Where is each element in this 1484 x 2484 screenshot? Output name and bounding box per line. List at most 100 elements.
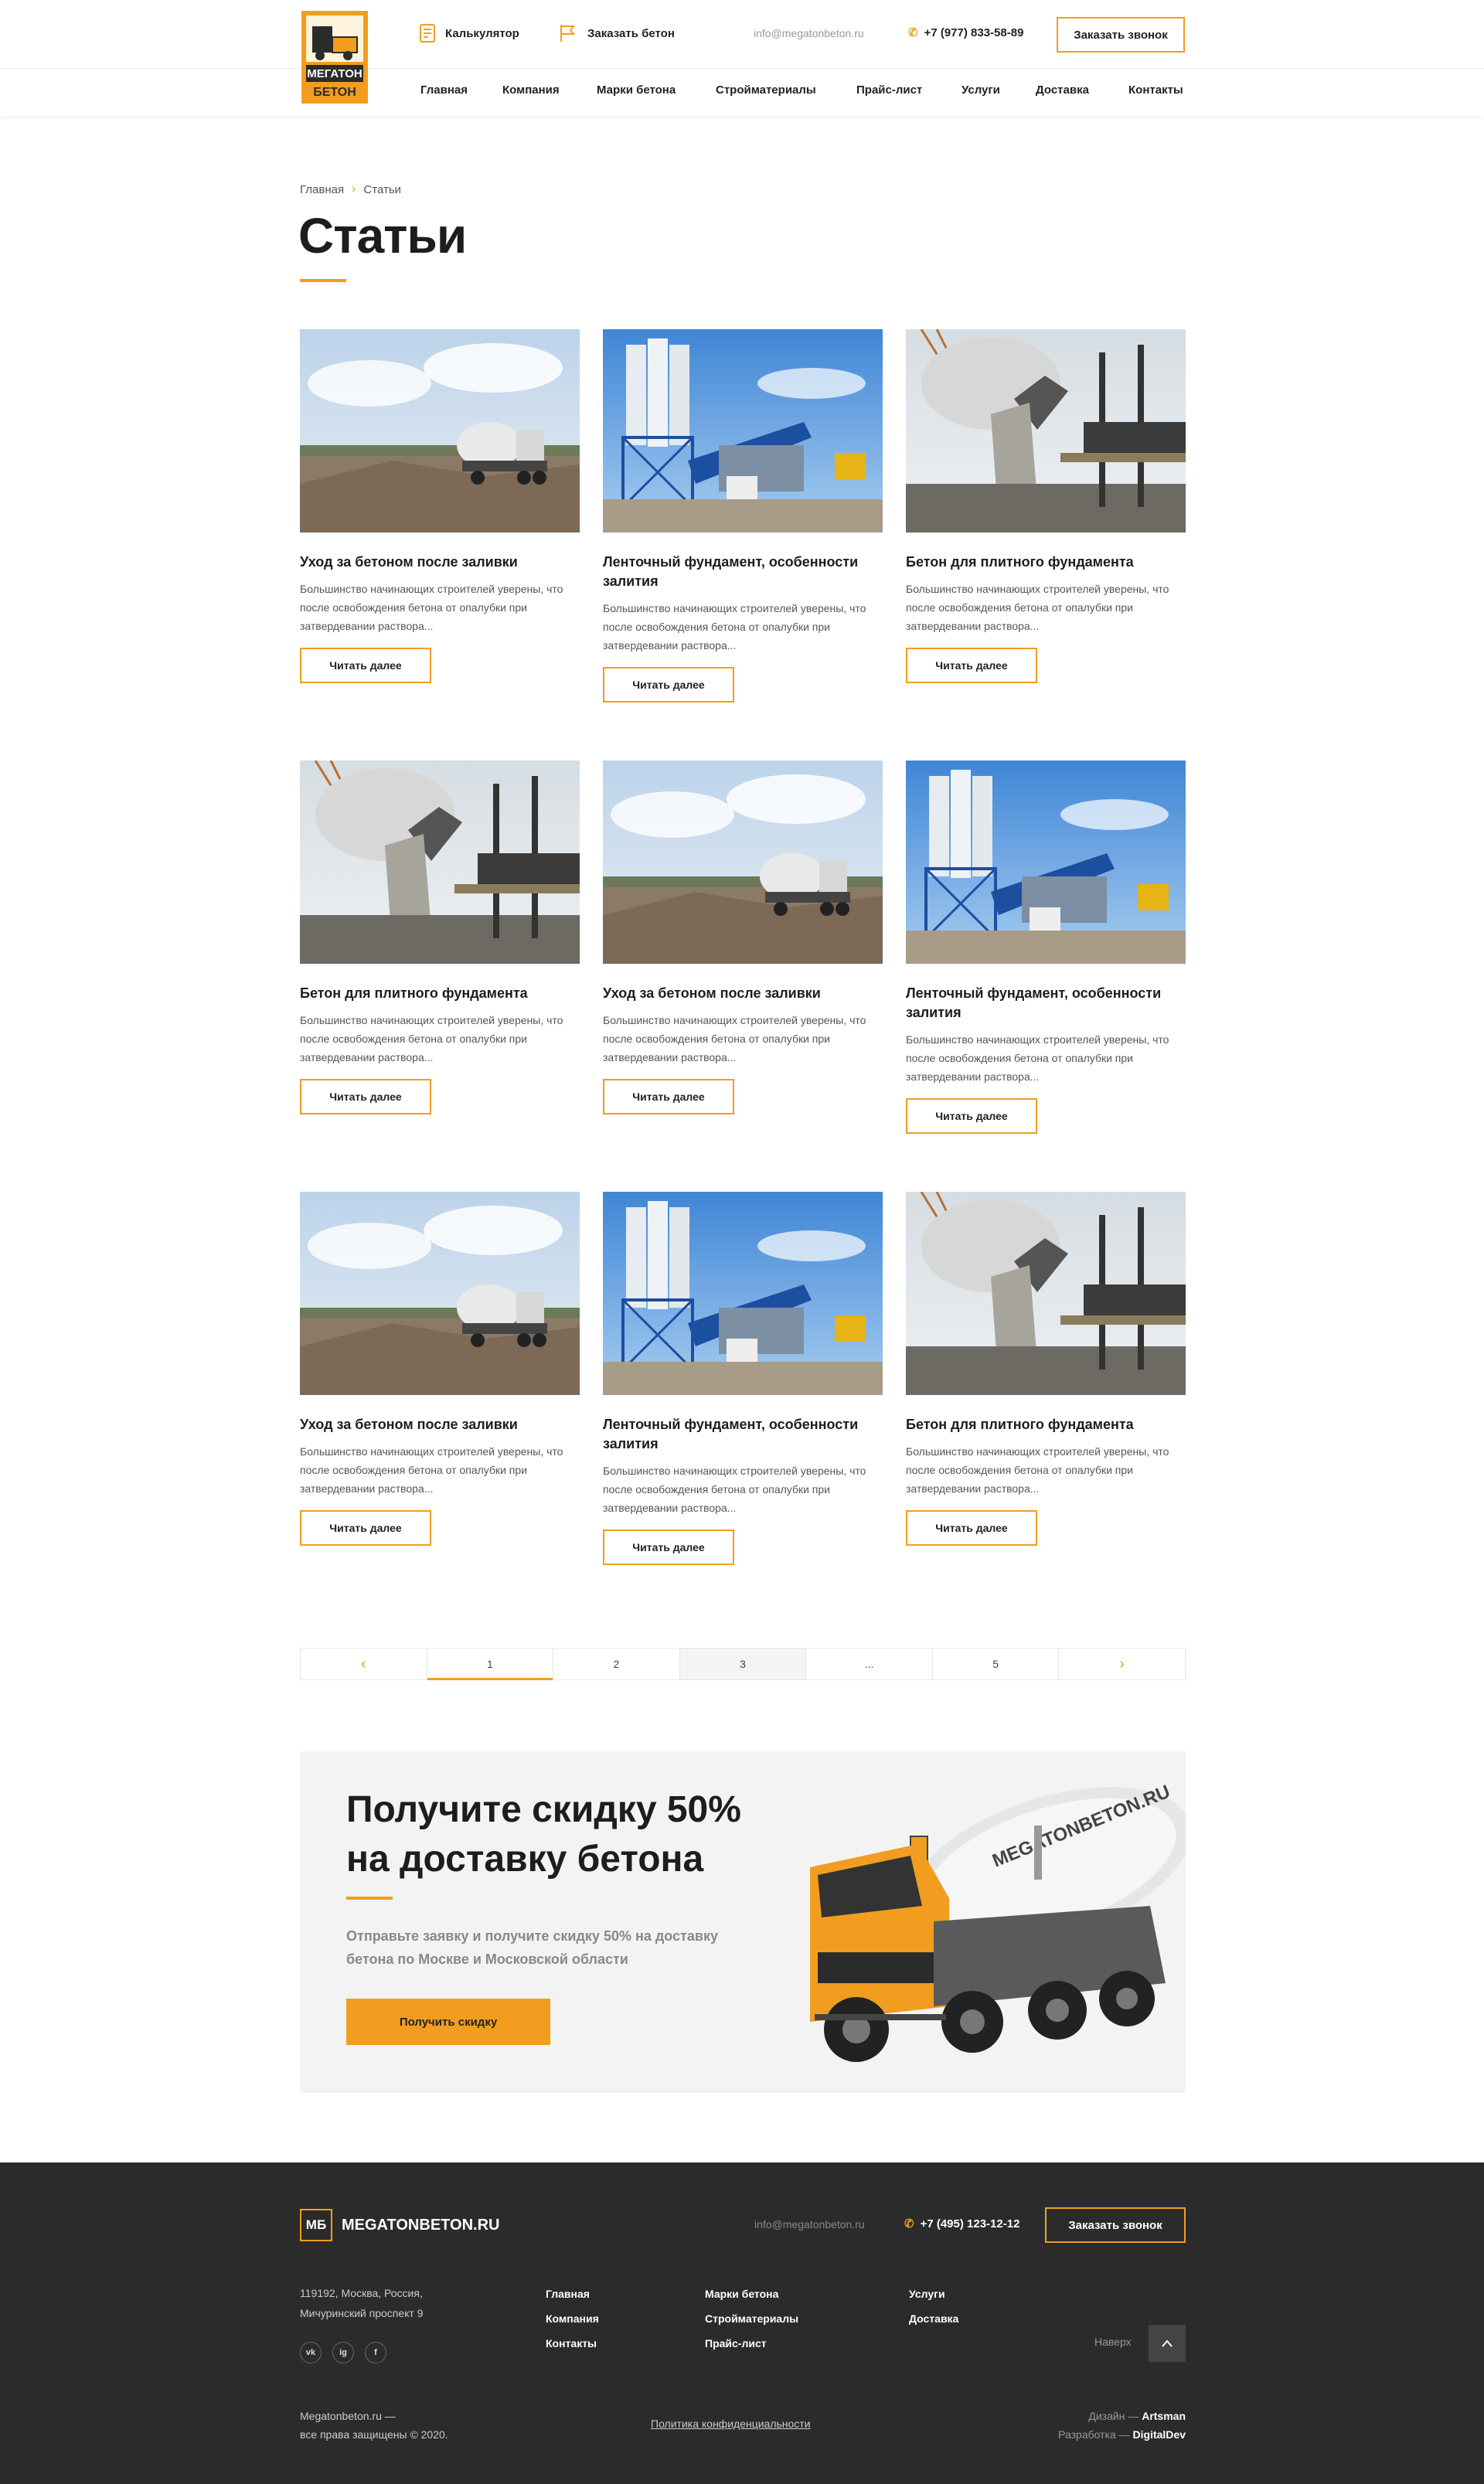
pagination-page-2[interactable]: 2 [553,1649,680,1679]
nav-item-services[interactable]: Услуги [962,83,1000,97]
article-title[interactable]: Уход за бетоном после заливки [300,553,580,572]
nav-item-contacts[interactable]: Контакты [1128,83,1183,97]
promo-title: Получите скидку 50% на доставку бетона [346,1789,741,1880]
article-image[interactable] [906,761,1186,964]
credits: Дизайн — Artsman Разработка — DigitalDev [997,2407,1186,2444]
article-image[interactable] [603,1192,883,1395]
chevron-up-icon [1162,2339,1173,2347]
article-title[interactable]: Ленточный фундамент, особенности залития [906,984,1186,1023]
footer-link-materials[interactable]: Стройматериалы [705,2306,798,2331]
read-more-button[interactable]: Читать далее [906,1510,1037,1546]
pagination-next[interactable]: › [1059,1649,1185,1679]
footer-phone[interactable]: ✆ +7 (495) 123-12-12 [904,2217,1019,2231]
instagram-icon[interactable]: ig [332,2342,354,2363]
design-link[interactable]: Artsman [1142,2410,1186,2422]
footer-link-services[interactable]: Услуги [909,2282,958,2306]
article-excerpt: Большинство начинающих строителей уверен… [906,1033,1169,1083]
article-excerpt: Большинство начинающих строителей уверен… [906,583,1169,632]
promo-underline [346,1897,393,1900]
article-excerpt: Большинство начинающих строителей уверен… [603,1014,866,1063]
dev-label: Разработка — [1058,2428,1130,2441]
article-image[interactable] [603,761,883,964]
header-email[interactable]: info@megatonbeton.ru [754,27,864,39]
pagination-ellipsis: ... [806,1649,933,1679]
header-phone[interactable]: ✆ +7 (977) 833-58-89 [908,26,1023,40]
scroll-top-button[interactable] [1149,2325,1186,2362]
copyright: Megatonbeton.ru — все права защищены © 2… [300,2407,448,2444]
article-title[interactable]: Бетон для плитного фундамента [300,984,580,1003]
footer-call-button[interactable]: Заказать звонок [1045,2207,1186,2243]
article-image[interactable] [300,1192,580,1395]
dev-link[interactable]: DigitalDev [1133,2428,1186,2441]
article-title[interactable]: Бетон для плитного фундамента [906,1415,1186,1434]
article-title[interactable]: Уход за бетоном после заливки [603,984,883,1003]
footer-link-prices[interactable]: Прайс-лист [705,2331,798,2356]
call-request-button[interactable]: Заказать звонок [1057,17,1185,53]
read-more-button[interactable]: Читать далее [906,648,1037,683]
footer-address: 119192, Москва, Россия, Мичуринский прос… [300,2283,424,2323]
facebook-icon[interactable]: f [365,2342,386,2363]
read-more-button[interactable]: Читать далее [300,648,431,683]
address-line: Мичуринский проспект 9 [300,2307,424,2319]
article-excerpt: Большинство начинающих строителей уверен… [300,1014,563,1063]
article-title[interactable]: Уход за бетоном после заливки [300,1415,580,1434]
footer-logo[interactable]: МБ MEGATONBETON.RU [300,2209,499,2241]
pagination-page-1[interactable]: 1 [427,1649,554,1680]
pagination-page-5[interactable]: 5 [933,1649,1060,1679]
read-more-button[interactable]: Читать далее [906,1098,1037,1134]
article-title[interactable]: Бетон для плитного фундамента [906,553,1186,572]
article-image[interactable] [603,329,883,533]
footer-link-contacts[interactable]: Контакты [546,2331,599,2356]
nav-item-delivery[interactable]: Доставка [1036,83,1089,97]
breadcrumb-current: Статьи [363,182,402,196]
pagination-page-3[interactable]: 3 [679,1649,807,1679]
calculator-icon [420,24,435,43]
phone-icon: ✆ [908,26,918,39]
calculator-link[interactable]: Калькулятор [419,23,519,43]
article-card: Уход за бетоном после заливки Большинств… [300,1192,580,1546]
pagination: ‹ 1 2 3 ... 5 › [300,1648,1186,1680]
article-excerpt: Большинство начинающих строителей уверен… [603,1465,866,1514]
article-image[interactable] [300,761,580,964]
article-card: Уход за бетоном после заливки Большинств… [300,329,580,683]
order-concrete-label: Заказать бетон [587,26,675,40]
read-more-button[interactable]: Читать далее [603,667,734,703]
article-image[interactable] [906,1192,1186,1395]
breadcrumb-home[interactable]: Главная [300,183,344,196]
read-more-button[interactable]: Читать далее [603,1079,734,1114]
footer-email[interactable]: info@megatonbeton.ru [754,2218,865,2230]
vk-icon[interactable]: vk [300,2342,322,2363]
calculator-label: Калькулятор [445,26,519,40]
order-concrete-link[interactable]: Заказать бетон [558,23,675,43]
article-image[interactable] [906,329,1186,533]
read-more-button[interactable]: Читать далее [300,1510,431,1546]
promo-text: Отправьте заявку и получите скидку 50% н… [346,1928,718,1967]
nav-item-home[interactable]: Главная [420,83,468,97]
article-excerpt: Большинство начинающих строителей уверен… [906,1445,1169,1495]
read-more-button[interactable]: Читать далее [603,1530,734,1565]
article-image[interactable] [300,329,580,533]
article-card: Ленточный фундамент, особенности залития… [603,329,883,703]
discount-banner: Получите скидку 50% на доставку бетона О… [300,1751,1186,2093]
footer-link-home[interactable]: Главная [546,2282,599,2306]
privacy-policy-link[interactable]: Политика конфиденциальности [651,2418,811,2430]
article-title[interactable]: Ленточный фундамент, особенности залития [603,553,883,591]
footer-nav-col-2: Марки бетона Стройматериалы Прайс-лист [705,2282,798,2356]
article-card: Бетон для плитного фундамента Большинств… [906,1192,1186,1546]
read-more-button[interactable]: Читать далее [300,1079,431,1114]
nav-item-company[interactable]: Компания [502,83,560,97]
footer-link-delivery[interactable]: Доставка [909,2306,958,2331]
nav-item-prices[interactable]: Прайс-лист [856,83,922,97]
article-title[interactable]: Ленточный фундамент, особенности залития [603,1415,883,1454]
get-discount-button[interactable]: Получить скидку [346,1999,550,2045]
pagination-prev[interactable]: ‹ [301,1649,427,1679]
nav-item-grades[interactable]: Марки бетона [597,83,676,97]
article-excerpt: Большинство начинающих строителей уверен… [300,583,563,632]
footer-link-company[interactable]: Компания [546,2306,599,2331]
logo-text-1: МЕГАТОН [307,67,362,80]
nav-item-materials[interactable]: Стройматериалы [716,83,816,97]
title-underline [300,279,346,282]
design-label: Дизайн — [1088,2410,1139,2422]
article-excerpt: Большинство начинающих строителей уверен… [603,602,866,652]
footer-link-grades[interactable]: Марки бетона [705,2282,798,2306]
